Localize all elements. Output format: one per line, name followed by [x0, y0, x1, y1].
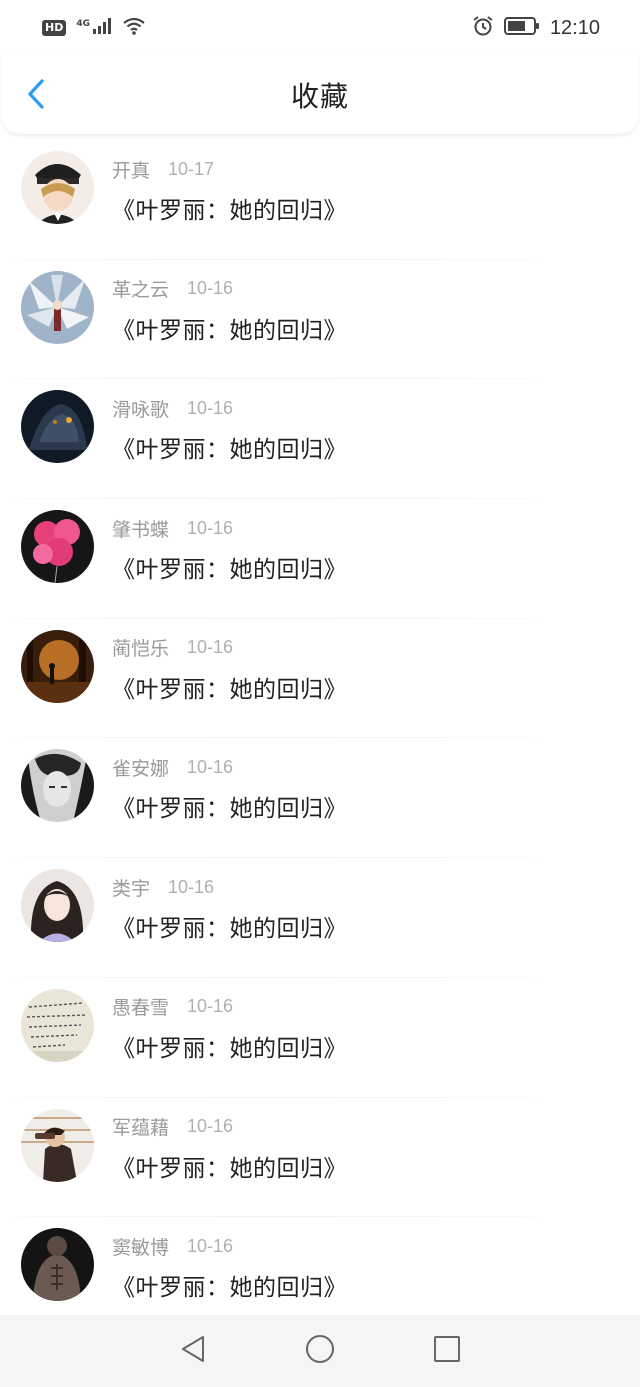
status-time: 12:10: [549, 16, 600, 39]
item-text: 愚春雪 10-16 《叶罗丽：她的回归》: [112, 992, 347, 1063]
item-text: 军蕴藉 10-16 《叶罗丽：她的回归》: [112, 1112, 347, 1183]
item-title: 《叶罗丽：她的回归》: [112, 1155, 347, 1182]
item-text: 窦敏博 10-16 《叶罗丽：她的回归》: [112, 1231, 347, 1302]
user-name: 窦敏博: [112, 1236, 170, 1259]
avatar: [21, 270, 94, 344]
battery-icon: [503, 16, 540, 40]
list-item[interactable]: 军蕴藉 10-16 《叶罗丽：她的回归》: [0, 1098, 640, 1218]
item-title: 《叶罗丽：她的回归》: [112, 198, 347, 224]
list-item[interactable]: 革之云 10-16 《叶罗丽：她的回归》: [0, 260, 640, 380]
item-date: 10-16: [187, 996, 234, 1017]
status-bar: HD 4G 12:10: [0, 0, 640, 56]
triangle-back-icon: [179, 1334, 207, 1368]
page-title: 收藏: [290, 80, 349, 113]
avatar: [21, 1228, 94, 1302]
list-item[interactable]: 类宇 10-16 《叶罗丽：她的回归》: [0, 858, 640, 978]
header: 收藏: [2, 56, 638, 134]
meta-line: 雀安娜 10-16: [112, 752, 347, 782]
status-left: HD 4G: [42, 16, 146, 40]
signal-icon: [92, 17, 112, 39]
item-text: 肇书蝶 10-16 《叶罗丽：她的回归》: [112, 513, 347, 584]
item-date: 10-16: [187, 397, 234, 418]
item-title: 《叶罗丽：她的回归》: [112, 317, 347, 344]
chevron-left-icon: [26, 78, 46, 114]
meta-line: 滑咏歌 10-16: [112, 393, 347, 423]
avatar: [21, 390, 94, 464]
wifi-icon: [122, 16, 146, 40]
square-recents-icon: [432, 1334, 462, 1368]
item-title: 《叶罗丽：她的回归》: [112, 1035, 347, 1062]
user-name: 类宇: [112, 877, 151, 900]
item-date: 10-17: [168, 158, 215, 179]
item-date: 10-16: [187, 517, 234, 538]
user-name: 开真: [112, 159, 151, 182]
meta-line: 愚春雪 10-16: [112, 992, 347, 1022]
nav-back-button[interactable]: [173, 1331, 213, 1371]
user-name: 蔺恺乐: [112, 638, 170, 661]
item-title: 《叶罗丽：她的回归》: [112, 557, 347, 584]
item-date: 10-16: [168, 876, 215, 897]
meta-line: 开真 10-17: [112, 154, 347, 184]
item-title: 《叶罗丽：她的回归》: [112, 916, 347, 943]
avatar: [21, 510, 94, 584]
user-name: 愚春雪: [112, 997, 170, 1020]
meta-line: 革之云 10-16: [112, 274, 347, 304]
item-title: 《叶罗丽：她的回归》: [112, 437, 347, 464]
list-item[interactable]: 肇书蝶 10-16 《叶罗丽：她的回归》: [0, 499, 640, 619]
meta-line: 军蕴藉 10-16: [112, 1112, 347, 1142]
item-date: 10-16: [187, 637, 234, 658]
meta-line: 类宇 10-16: [112, 872, 347, 902]
user-name: 滑咏歌: [112, 398, 170, 421]
list-item[interactable]: 蔺恺乐 10-16 《叶罗丽：她的回归》: [0, 619, 640, 739]
avatar: [21, 749, 94, 823]
status-right: 12:10: [472, 15, 600, 41]
item-text: 雀安娜 10-16 《叶罗丽：她的回归》: [112, 752, 347, 823]
avatar: [21, 629, 94, 703]
item-text: 蔺恺乐 10-16 《叶罗丽：她的回归》: [112, 633, 347, 704]
meta-line: 蔺恺乐 10-16: [112, 633, 347, 663]
hd-badge: HD: [42, 20, 67, 36]
list-item[interactable]: 雀安娜 10-16 《叶罗丽：她的回归》: [0, 738, 640, 858]
item-text: 滑咏歌 10-16 《叶罗丽：她的回归》: [112, 393, 347, 464]
list-item[interactable]: 滑咏歌 10-16 《叶罗丽：她的回归》: [0, 379, 640, 499]
item-title: 《叶罗丽：她的回归》: [112, 676, 347, 703]
list-item[interactable]: 愚春雪 10-16 《叶罗丽：她的回归》: [0, 978, 640, 1098]
meta-line: 肇书蝶 10-16: [112, 513, 347, 543]
avatar: [21, 1108, 94, 1182]
avatar: [21, 869, 94, 943]
avatar: [21, 151, 94, 224]
user-name: 军蕴藉: [112, 1117, 170, 1139]
item-title: 《叶罗丽：她的回归》: [112, 796, 347, 823]
item-date: 10-16: [187, 1235, 234, 1256]
meta-line: 窦敏博 10-16: [112, 1231, 347, 1261]
circle-home-icon: [304, 1333, 336, 1369]
favorites-list: 开真 10-17 《叶罗丽：她的回归》 革之云 10-16 《叶罗丽：她的回归》…: [0, 140, 640, 1337]
nav-home-button[interactable]: [300, 1331, 340, 1371]
item-text: 开真 10-17 《叶罗丽：她的回归》: [112, 154, 347, 225]
system-nav-bar: [0, 1315, 640, 1387]
network-label: 4G: [76, 19, 90, 29]
user-name: 肇书蝶: [112, 518, 170, 541]
item-title: 《叶罗丽：她的回归》: [112, 1275, 347, 1302]
item-date: 10-16: [187, 1116, 234, 1136]
alarm-icon: [472, 15, 494, 41]
item-text: 类宇 10-16 《叶罗丽：她的回归》: [112, 872, 347, 943]
avatar: [21, 988, 94, 1062]
item-date: 10-16: [187, 278, 234, 299]
nav-recents-button[interactable]: [427, 1331, 467, 1371]
back-button[interactable]: [20, 78, 52, 114]
favorites-screen: HD 4G 12:10 收藏 开真 10-17 《叶罗丽：她的回归》 革之云 1…: [0, 0, 640, 1387]
list-item[interactable]: 开真 10-17 《叶罗丽：她的回归》: [0, 140, 640, 260]
user-name: 雀安娜: [112, 757, 170, 780]
item-date: 10-16: [187, 756, 234, 777]
item-text: 革之云 10-16 《叶罗丽：她的回归》: [112, 274, 347, 345]
user-name: 革之云: [112, 279, 170, 302]
